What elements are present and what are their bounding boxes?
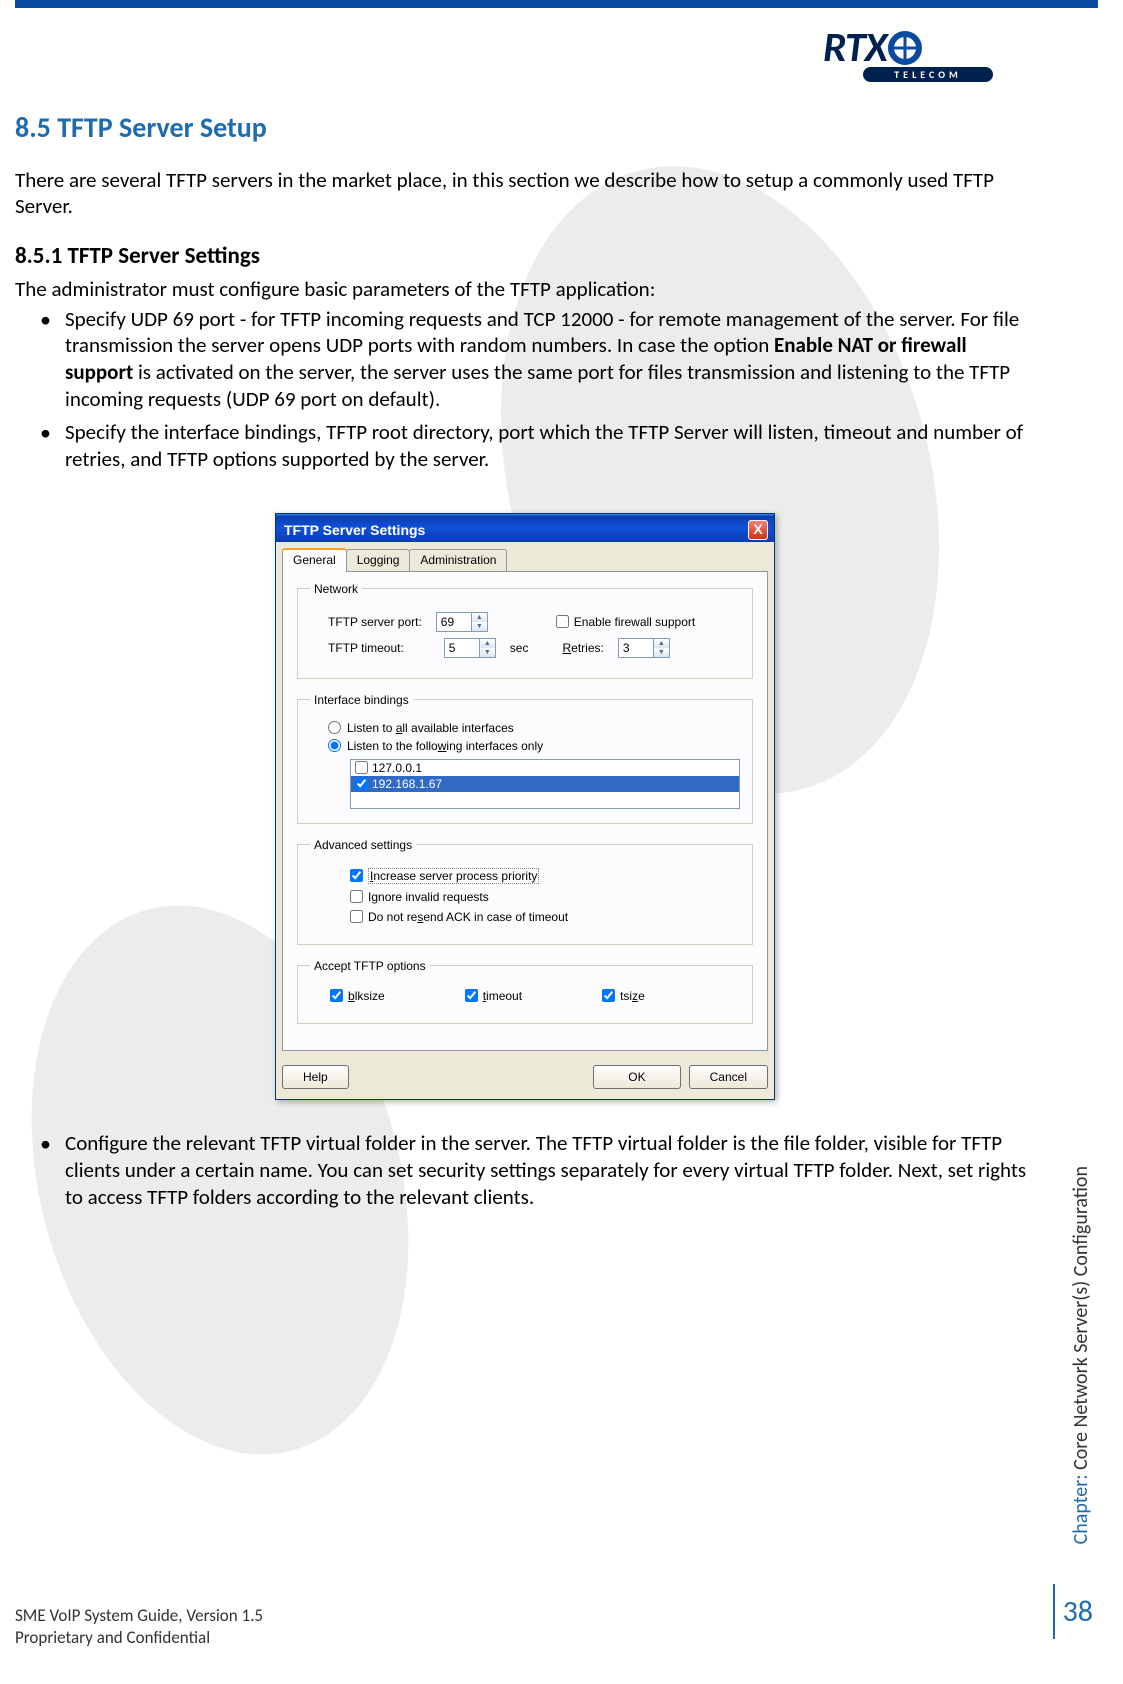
port-input[interactable] [437, 613, 471, 631]
intro-paragraph: There are several TFTP servers in the ma… [15, 167, 1035, 220]
legend-accept: Accept TFTP options [310, 959, 430, 973]
blksize-checkbox[interactable]: blksize [330, 989, 385, 1003]
label-retries: Retries: [562, 641, 603, 655]
bullet-list: Specify UDP 69 port - for TFTP incoming … [15, 306, 1035, 473]
group-interface-bindings: Interface bindings Listen to all availab… [297, 693, 753, 824]
no-resend-ack-checkbox[interactable]: Do not resend ACK in case of timeout [350, 910, 568, 924]
tsize-checkbox[interactable]: tsize [602, 989, 645, 1003]
tab-body: Network TFTP server port: ▲▼ Enable fire… [282, 571, 768, 1051]
legend-adv: Advanced settings [310, 838, 416, 852]
spin-up-icon[interactable]: ▲ [471, 613, 487, 622]
close-icon[interactable]: X [748, 520, 768, 540]
firewall-checkbox[interactable]: Enable firewall support [556, 615, 695, 629]
radio-all-interfaces[interactable]: Listen to all available interfaces [328, 721, 740, 735]
retries-input[interactable] [619, 639, 653, 657]
spin-down-icon[interactable]: ▼ [479, 648, 495, 657]
timeout-opt-checkbox[interactable]: timeout [465, 989, 522, 1003]
legend-network: Network [310, 582, 362, 596]
dialog-titlebar[interactable]: TFTP Server Settings X [276, 514, 774, 542]
ok-button[interactable]: OK [593, 1065, 680, 1089]
group-advanced: Advanced settings Increase server proces… [297, 838, 753, 945]
legend-if: Interface bindings [310, 693, 413, 707]
logo: RTX TELECOM [823, 22, 1043, 82]
tab-strip: GeneralLoggingAdministration [276, 542, 774, 571]
list-item[interactable]: 192.168.1.67 [351, 776, 739, 792]
help-button[interactable]: Help [282, 1065, 349, 1089]
label-timeout: TFTP timeout: [328, 641, 404, 655]
ignore-invalid-checkbox[interactable]: Ignore invalid requests [350, 890, 489, 904]
spin-up-icon[interactable]: ▲ [479, 639, 495, 648]
bullet-item: Specify the interface bindings, TFTP roo… [45, 419, 1035, 473]
tab-general[interactable]: General [282, 548, 347, 572]
page-content: 8.5 TFTP Server Setup There are several … [15, 110, 1035, 1216]
section-heading: 8.5 TFTP Server Setup [15, 110, 1035, 145]
page-number: 38 [1053, 1584, 1093, 1639]
tab-administration[interactable]: Administration [409, 549, 507, 571]
dialog-buttons: Help OK Cancel [276, 1057, 774, 1099]
timeout-spinner[interactable]: ▲▼ [444, 638, 496, 658]
spin-up-icon[interactable]: ▲ [653, 639, 669, 648]
dialog-title: TFTP Server Settings [284, 522, 425, 538]
bullet-item: Configure the relevant TFTP virtual fold… [45, 1130, 1035, 1211]
spin-down-icon[interactable]: ▼ [653, 648, 669, 657]
logo-icon [886, 29, 924, 67]
increase-priority-checkbox[interactable]: Increase server process priority [350, 868, 539, 884]
retries-spinner[interactable]: ▲▼ [618, 638, 670, 658]
timeout-input[interactable] [445, 639, 479, 657]
bullet-list-after: Configure the relevant TFTP virtual fold… [15, 1130, 1035, 1211]
label-port: TFTP server port: [328, 615, 422, 629]
spin-down-icon[interactable]: ▼ [471, 622, 487, 631]
tftp-settings-dialog: TFTP Server Settings X GeneralLoggingAdm… [275, 513, 775, 1100]
footer-line1: SME VoIP System Guide, Version 1.5 [15, 1605, 263, 1627]
logo-text: RTX [823, 22, 887, 73]
subsection-heading: 8.5.1 TFTP Server Settings [15, 242, 1035, 270]
bullet-item: Specify UDP 69 port - for TFTP incoming … [45, 306, 1035, 414]
footer: SME VoIP System Guide, Version 1.5 Propr… [15, 1605, 263, 1649]
group-accept-options: Accept TFTP options blksize timeout tsiz… [297, 959, 753, 1024]
subsection-intro: The administrator must configure basic p… [15, 276, 1035, 302]
list-item[interactable]: 127.0.0.1 [351, 760, 739, 776]
chapter-side-label: Chapter: Core Network Server(s) Configur… [1069, 1166, 1093, 1544]
header-rule [15, 0, 1098, 8]
radio-following-interfaces[interactable]: Listen to the following interfaces only [328, 739, 740, 753]
group-network: Network TFTP server port: ▲▼ Enable fire… [297, 582, 753, 679]
tab-logging[interactable]: Logging [346, 549, 411, 571]
footer-line2: Proprietary and Confidential [15, 1627, 263, 1649]
port-spinner[interactable]: ▲▼ [436, 612, 488, 632]
cancel-button[interactable]: Cancel [689, 1065, 768, 1089]
sec-label: sec [510, 641, 529, 655]
interface-listbox[interactable]: 127.0.0.1 192.168.1.67 [350, 759, 740, 809]
